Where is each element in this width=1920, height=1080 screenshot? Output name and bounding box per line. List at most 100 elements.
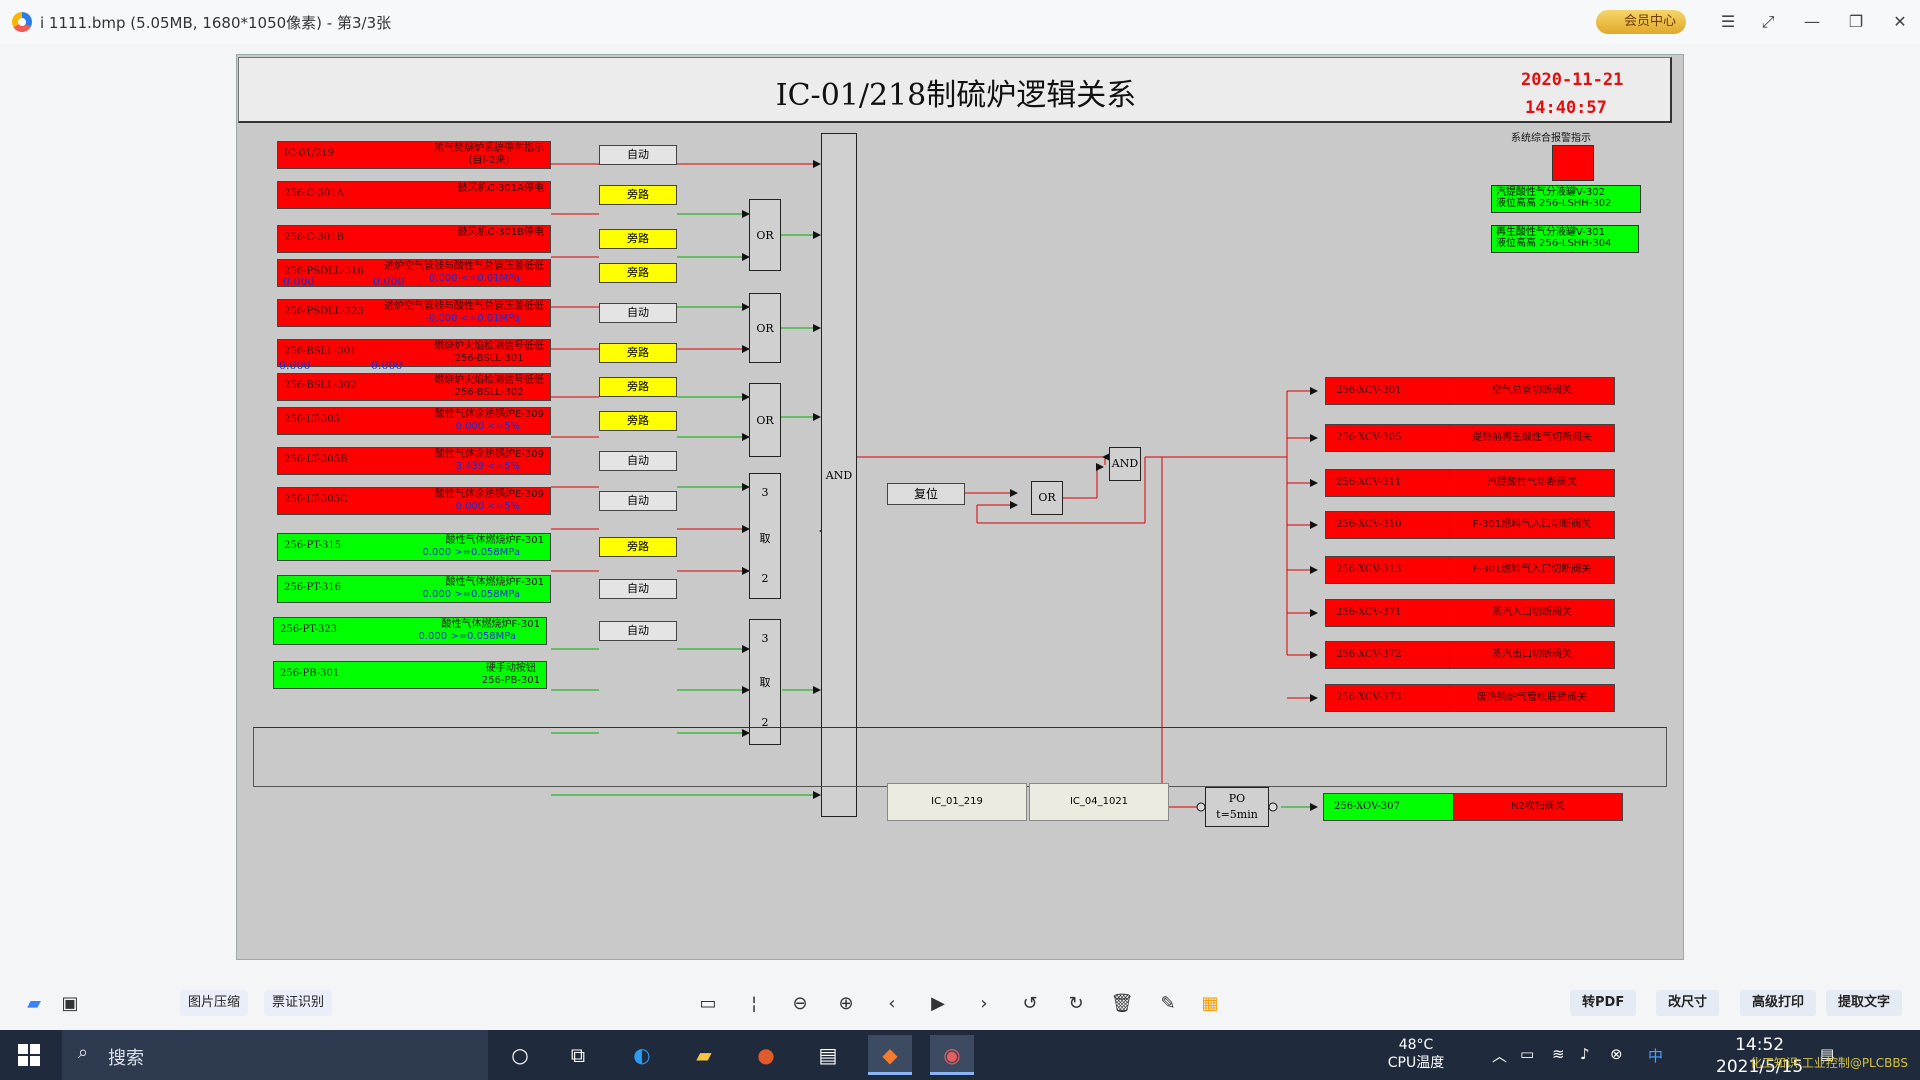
input-row-2: 256-C-301B 鼓风机C-301B停电 <box>277 225 551 253</box>
bypass-switch-9[interactable]: 自动 <box>599 491 677 511</box>
output-n2-purge: 256-XOV-307 N2吹扫阀关 <box>1323 793 1623 821</box>
rotate-right-icon[interactable]: ↻ <box>1062 990 1090 1018</box>
input-tag: 256-BSLL-302 <box>284 380 357 391</box>
psdll-value-b: 0.000 <box>373 275 405 288</box>
previous-icon[interactable]: ‹ <box>878 990 906 1018</box>
output-row-7: 256-XCV-373 废热锅炉气管线联锁阀关 <box>1325 684 1615 712</box>
tray-chevron-icon[interactable]: ︿ <box>1492 1045 1507 1066</box>
edge-icon[interactable]: ◐ <box>620 1035 664 1075</box>
bypass-switch-8[interactable]: 自动 <box>599 451 677 471</box>
monitor-icon[interactable]: ▭ <box>694 990 722 1018</box>
powerpoint-icon[interactable]: ● <box>744 1035 788 1075</box>
output-row-6: 256-XCV-372 蒸汽出口切断阀关 <box>1325 641 1615 669</box>
input-tag: 256-C-301A <box>284 188 344 199</box>
extract-text-button[interactable]: 提取文字 <box>1826 990 1903 1016</box>
fullscreen-icon[interactable]: ⤢ <box>1756 10 1780 34</box>
folder-icon[interactable]: ▰ <box>20 990 48 1018</box>
hmi-screen: IC-01/218制硫炉逻辑关系 2020-11-21 14:40:57 IC-… <box>236 54 1684 960</box>
gallery-icon[interactable]: ▣ <box>56 990 84 1018</box>
output-desc: 蒸汽入口切断阀关 <box>1492 607 1572 618</box>
input-desc: 尾气焚烧炉系统停车指示 (自I-2来) <box>434 143 544 166</box>
output-row-2: 256-XCV-311 汽提酸性气切断阀关 <box>1325 469 1615 497</box>
bypass-switch-7[interactable]: 旁路 <box>599 411 677 431</box>
to-pdf-button[interactable]: 转PDF <box>1570 990 1637 1016</box>
system-alarm-label: 系统综合报警指示 <box>1511 133 1591 144</box>
nav-ic-01-219[interactable]: IC_01_219 <box>887 783 1027 821</box>
bypass-switch-1[interactable]: 旁路 <box>599 185 677 205</box>
clock-time: 14:52 <box>1735 1035 1785 1055</box>
taskbar-search[interactable]: ⌕ 搜索 <box>62 1030 488 1080</box>
output-row-4: 256-XCV-313 F-301燃料气入口切断阀关 <box>1325 556 1615 584</box>
menu-icon[interactable]: ☰ <box>1716 10 1740 34</box>
input-tag: 256-LT-305 <box>284 414 341 425</box>
input-row-0: IC-01/219 尾气焚烧炉系统停车指示 (自I-2来) <box>277 141 551 169</box>
windows-start-icon[interactable] <box>18 1044 40 1066</box>
level-v301-line2: 液位高高 256-LSHH-304 <box>1496 238 1612 249</box>
task-view-icon[interactable]: ⧉ <box>556 1035 600 1075</box>
bypass-switch-11[interactable]: 自动 <box>599 579 677 599</box>
output-n2-desc: N2吹扫阀关 <box>1511 801 1565 812</box>
window-title: i 1111.bmp (5.05MB, 1680*1050像素) - 第3/3张 <box>40 14 392 32</box>
input-tag: IC-01/219 <box>284 148 335 159</box>
bypass-switch-6[interactable]: 旁路 <box>599 377 677 397</box>
reset-button[interactable]: 复位 <box>887 483 965 505</box>
ticket-recognition-button[interactable]: 票证识别 <box>264 990 333 1016</box>
or-gate-reset: OR <box>1031 481 1063 515</box>
resize-button[interactable]: 改尺寸 <box>1656 990 1720 1016</box>
input-value: 0.000 <=0.01MPa <box>428 273 520 284</box>
psdll-value-a: 0.000 <box>283 275 315 288</box>
output-tag: 256-XCV-301 <box>1326 378 1450 404</box>
slideshow-icon[interactable]: ▶ <box>924 990 952 1018</box>
zoom-in-icon[interactable]: ⊕ <box>832 990 860 1018</box>
notepad-icon[interactable]: ▤ <box>806 1035 850 1075</box>
input-desc: 进炉空气管线与酸性气总管压差低低 <box>384 261 544 272</box>
file-explorer-icon[interactable]: ▰ <box>682 1035 726 1075</box>
volume-icon[interactable]: ♪ <box>1580 1045 1590 1063</box>
input-tag: 256-LT-305B <box>284 454 348 465</box>
output-desc: 废热锅炉气管线联锁阀关 <box>1477 692 1587 703</box>
actual-size-icon[interactable]: ¦ <box>740 990 768 1018</box>
bypass-switch-2[interactable]: 旁路 <box>599 229 677 249</box>
psdll2-value-b: 0.000 <box>371 359 403 372</box>
input-desc: 燃烧炉火焰检测信号低低 256-BSLL-301 <box>434 341 544 364</box>
minimize-icon[interactable]: — <box>1800 10 1824 34</box>
and-gate-output: AND <box>1109 447 1141 481</box>
input-desc: 酸性气体燃烧炉F-301 <box>445 535 544 546</box>
zoom-out-icon[interactable]: ⊖ <box>786 990 814 1018</box>
vpn-icon[interactable]: ⊗ <box>1610 1045 1623 1063</box>
bypass-switch-12[interactable]: 自动 <box>599 621 677 641</box>
bypass-switch-10[interactable]: 旁路 <box>599 537 677 557</box>
apps-grid-icon[interactable]: ▦ <box>1196 990 1224 1018</box>
bypass-switch-0[interactable]: 自动 <box>599 145 677 165</box>
close-icon[interactable]: ✕ <box>1888 10 1912 34</box>
vote1-mid: 取 <box>759 532 771 545</box>
input-row-7: 256-LT-305 酸性气体余热锅炉E-309 0.000 <=5% <box>277 407 551 435</box>
cortana-icon[interactable]: ○ <box>498 1035 542 1075</box>
input-value: 0.000 >=0.058MPa <box>422 589 520 600</box>
bypass-switch-3[interactable]: 旁路 <box>599 263 677 283</box>
input-row-12: 256-PT-323 酸性气体燃烧炉F-301 0.000 >=0.058MPa <box>273 617 547 645</box>
level-v301-line1: 再生酸性气分液罐V-301 <box>1496 227 1605 238</box>
next-icon[interactable]: › <box>970 990 998 1018</box>
edit-icon[interactable]: ✎ <box>1154 990 1182 1018</box>
vip-center-button[interactable]: 会员中心 <box>1596 10 1686 34</box>
wifi-icon[interactable]: ≋ <box>1552 1045 1565 1063</box>
bypass-switch-5[interactable]: 旁路 <box>599 343 677 363</box>
level-v302-line1: 汽提酸性气分液罐V-302 <box>1496 187 1605 198</box>
nav-ic-04-1021[interactable]: IC_04_1021 <box>1029 783 1169 821</box>
or-gate-2: OR <box>749 293 781 363</box>
output-desc: F-301燃料气入口切断阀关 <box>1472 564 1592 575</box>
compress-image-button[interactable]: 图片压缩 <box>180 990 249 1016</box>
ime-icon[interactable]: 中 <box>1648 1045 1663 1066</box>
image-viewer-app-icon[interactable]: ◉ <box>930 1035 974 1075</box>
bypass-switch-4[interactable]: 自动 <box>599 303 677 323</box>
delete-icon[interactable]: 🗑 <box>1108 990 1136 1018</box>
advanced-print-button[interactable]: 高级打印 <box>1740 990 1817 1016</box>
game-app-icon[interactable]: ◆ <box>868 1035 912 1075</box>
battery-icon[interactable]: ▭ <box>1520 1045 1534 1063</box>
input-tag: 256-PSDLL-323 <box>284 306 364 317</box>
restore-icon[interactable]: ❐ <box>1844 10 1868 34</box>
input-desc: 燃烧炉火焰检测信号低低 256-BSLL-302 <box>434 375 544 398</box>
rotate-left-icon[interactable]: ↺ <box>1016 990 1044 1018</box>
input-tag: 256-PT-323 <box>280 624 338 635</box>
